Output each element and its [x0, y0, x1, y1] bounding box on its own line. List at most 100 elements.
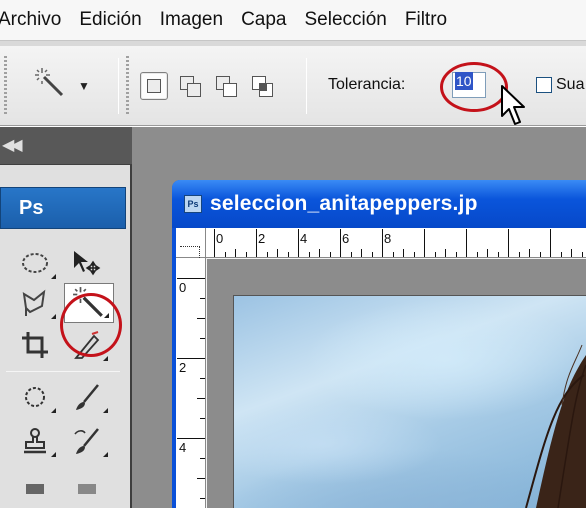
photo-canvas[interactable]	[233, 295, 586, 508]
ruler-tick	[214, 229, 215, 257]
ruler-tick	[445, 249, 446, 257]
ruler-tick	[414, 252, 415, 257]
ruler-top-label: 6	[342, 231, 350, 246]
brush-icon	[76, 384, 99, 410]
brush-tool[interactable]	[62, 377, 112, 417]
ruler-tick	[361, 249, 362, 257]
ruler-tick	[403, 249, 404, 257]
ruler-tick	[561, 252, 562, 257]
eraser-icon	[26, 483, 44, 494]
ruler-left-label: 2	[179, 360, 187, 375]
ruler-tick	[424, 229, 425, 257]
add-to-selection-button[interactable]	[176, 72, 204, 100]
crop-tool[interactable]	[10, 325, 60, 365]
ruler-tick	[200, 418, 205, 419]
ruler-tick	[200, 338, 205, 339]
ruler-tick	[225, 252, 226, 257]
ruler-tick	[529, 249, 530, 257]
divider	[306, 58, 307, 114]
intersect-selection-button[interactable]	[248, 72, 276, 100]
menu-edicion[interactable]: Edición	[70, 9, 150, 31]
divider	[6, 371, 120, 372]
new-selection-icon	[147, 79, 161, 93]
gradient-tool[interactable]	[62, 465, 112, 508]
menu-seleccion[interactable]: Selección	[295, 9, 395, 31]
menu-filtro[interactable]: Filtro	[396, 9, 456, 31]
ruler-tick	[256, 229, 257, 257]
ruler-horizontal[interactable]: 0 2 4 6 8	[206, 228, 586, 258]
ruler-tick	[197, 398, 205, 399]
ruler-tick	[498, 252, 499, 257]
ruler-vertical[interactable]: 0 2 4	[176, 258, 206, 508]
ruler-tick	[487, 249, 488, 257]
ruler-left-label: 0	[179, 280, 187, 295]
ruler-tick	[466, 229, 467, 257]
ruler-top-label: 4	[300, 231, 308, 246]
canvas-area[interactable]	[207, 259, 586, 508]
ruler-tick	[330, 252, 331, 257]
ps-logo-text: Ps	[19, 196, 44, 219]
ruler-tick	[267, 252, 268, 257]
document-title: seleccion_anitapeppers.jp	[210, 192, 478, 215]
ruler-tick	[246, 252, 247, 257]
history-brush-icon	[74, 428, 99, 454]
ruler-tick	[177, 278, 205, 279]
crop-icon	[22, 332, 48, 358]
menu-bar: Archivo Edición Imagen Capa Selección Fi…	[0, 0, 586, 40]
ellipse-marquee-icon	[22, 253, 48, 273]
ruler-tick	[200, 458, 205, 459]
ruler-tick	[288, 252, 289, 257]
ruler-tick	[393, 252, 394, 257]
ps-document-icon: Ps	[184, 195, 202, 213]
ruler-origin[interactable]	[176, 228, 206, 258]
spot-healing-tool[interactable]	[10, 377, 60, 417]
ruler-tick	[550, 229, 551, 257]
ruler-tick	[319, 249, 320, 257]
gradient-icon	[78, 483, 96, 494]
tool-preset-picker[interactable]: ▼	[22, 60, 102, 112]
ruler-tick	[540, 252, 541, 257]
chevron-down-icon[interactable]: ▼	[78, 79, 90, 93]
ruler-tick	[435, 252, 436, 257]
ruler-tick	[519, 252, 520, 257]
double-chevron-left-icon[interactable]: ◀◀	[2, 135, 23, 155]
ruler-tick	[456, 252, 457, 257]
stamp-icon	[24, 428, 46, 454]
ruler-tick	[200, 498, 205, 499]
menu-capa[interactable]: Capa	[232, 9, 295, 31]
ruler-tick	[197, 478, 205, 479]
new-selection-button[interactable]	[140, 72, 168, 100]
polygonal-lasso-tool[interactable]	[10, 283, 60, 323]
ruler-tick	[351, 252, 352, 257]
ruler-top-label: 0	[216, 231, 224, 246]
antialias-checkbox[interactable]	[536, 77, 552, 93]
menu-archivo[interactable]: Archivo	[0, 9, 70, 31]
magic-wand-icon	[34, 67, 66, 106]
menu-imagen[interactable]: Imagen	[151, 9, 232, 31]
ruler-tick	[382, 229, 383, 257]
ruler-tick	[309, 252, 310, 257]
panel-collapse-bar[interactable]: ◀◀	[0, 127, 132, 165]
ps-logo: Ps	[0, 187, 126, 229]
ruler-tick	[277, 249, 278, 257]
ruler-tick	[177, 438, 205, 439]
ruler-tick	[372, 252, 373, 257]
ruler-tick	[200, 378, 205, 379]
tolerance-highlight-circle	[440, 62, 508, 112]
move-tool[interactable]	[62, 243, 112, 283]
clone-stamp-tool[interactable]	[10, 421, 60, 461]
ruler-tick	[508, 229, 509, 257]
document-titlebar[interactable]: Ps seleccion_anitapeppers.jp	[172, 180, 586, 228]
selection-mode-group	[140, 70, 276, 102]
options-bar-grip	[126, 56, 129, 116]
options-bar-grip[interactable]	[4, 56, 7, 116]
elliptical-marquee-tool[interactable]	[10, 243, 60, 283]
ruler-tick	[197, 318, 205, 319]
ruler-tick	[235, 249, 236, 257]
document-content: 0 2 4 6 8 0 2 4	[176, 228, 586, 508]
history-brush-tool[interactable]	[62, 421, 112, 461]
subtract-from-selection-button[interactable]	[212, 72, 240, 100]
ruler-tick	[200, 298, 205, 299]
eraser-tool[interactable]	[10, 465, 60, 508]
hair-detail	[525, 344, 586, 508]
